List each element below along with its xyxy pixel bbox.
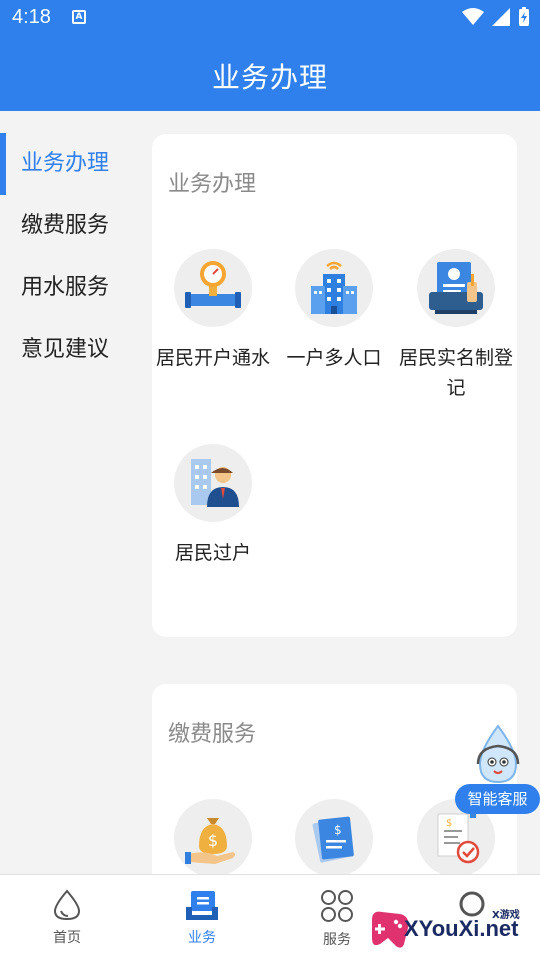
svg-text:$: $ (334, 823, 342, 837)
app-notification-icon: A (72, 10, 86, 24)
section-title: 业务办理 (168, 172, 257, 197)
page-title: 业务办理 (211, 61, 328, 94)
nav-label: 服务 (323, 932, 351, 948)
status-bar: 4:18 A (0, 0, 540, 36)
nav-home[interactable]: 首页 (27, 889, 107, 947)
watermark: X游戏 XYouXi.net (366, 902, 540, 960)
grid-icon (321, 890, 353, 922)
building-icon (295, 249, 373, 327)
sidebar-item-label: 意见建议 (21, 337, 110, 362)
business-icon (186, 891, 218, 920)
battery-icon (519, 7, 529, 26)
service-real-name[interactable]: 居民实名制登记 (395, 249, 517, 403)
bill-document-icon: $ (295, 799, 373, 877)
status-time: 4:18 (12, 6, 51, 28)
service-multi-person[interactable]: 一户多人口 (273, 249, 395, 373)
svg-text:$: $ (446, 818, 452, 829)
smart-service-button[interactable]: 智能客服 (455, 784, 540, 814)
active-indicator (0, 133, 6, 195)
sidebar-item-payment[interactable]: 缴费服务 (0, 195, 140, 257)
service-payment-1[interactable]: $ (152, 799, 274, 877)
assistant-mascot-icon[interactable] (470, 724, 526, 790)
signal-icon (492, 8, 510, 26)
service-transfer[interactable]: 居民过户 (152, 444, 274, 568)
nav-label: 业务 (188, 930, 216, 946)
service-label: 居民开户通水 (155, 347, 270, 369)
watermark-site: XYouXi.net (404, 916, 519, 941)
service-label: 居民过户 (174, 542, 251, 564)
sidebar-item-label: 缴费服务 (21, 213, 110, 238)
service-label: 居民实名制登记 (398, 347, 513, 399)
svg-text:$: $ (208, 831, 218, 850)
water-meter-icon (174, 249, 252, 327)
sidebar: 业务办理 缴费服务 用水服务 意见建议 (0, 111, 140, 874)
nav-services[interactable]: 服务 (297, 889, 377, 949)
sidebar-item-water[interactable]: 用水服务 (0, 257, 140, 319)
business-card: 业务办理 居民开户通水 一户多人口 居民实名制登记 居民过户 (152, 134, 517, 637)
money-bag-icon: $ (174, 799, 252, 877)
sidebar-item-label: 业务办理 (21, 151, 110, 176)
wifi-icon (462, 8, 484, 25)
service-open-account[interactable]: 居民开户通水 (152, 249, 274, 373)
section-title: 缴费服务 (168, 722, 257, 747)
service-payment-2[interactable]: $ (273, 799, 395, 877)
status-icons (462, 7, 530, 27)
service-label: 一户多人口 (286, 347, 382, 369)
id-registration-icon (417, 249, 495, 327)
sidebar-item-business[interactable]: 业务办理 (0, 133, 140, 195)
transfer-owner-icon (174, 444, 252, 522)
sidebar-item-feedback[interactable]: 意见建议 (0, 319, 140, 381)
drop-icon (53, 889, 81, 921)
sidebar-item-label: 用水服务 (21, 275, 110, 300)
nav-label: 首页 (53, 930, 81, 946)
app-header: 业务办理 (0, 36, 540, 111)
nav-business[interactable]: 业务 (162, 889, 242, 947)
